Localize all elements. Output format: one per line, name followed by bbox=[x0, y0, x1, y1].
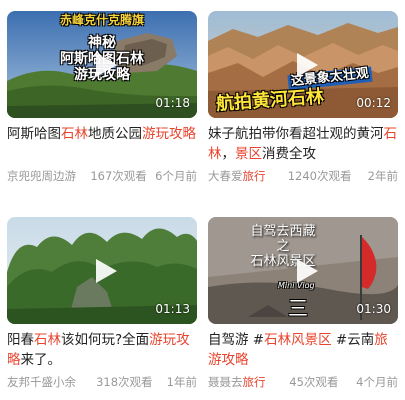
highlighted-keyword: 略 bbox=[7, 352, 21, 368]
video-thumbnail[interactable]: 赤峰克什克腾旗 神秘 阿斯哈图石林 游玩攻略 01:18 bbox=[7, 11, 197, 118]
video-author[interactable]: 京兜兜周边游 bbox=[7, 168, 76, 184]
video-meta: 大春爱旅行 1240次观看 2年前 bbox=[208, 168, 398, 184]
text-segment: 该如何玩?全面 bbox=[61, 332, 150, 348]
text-segment: 京兜兜周边游 bbox=[7, 169, 76, 183]
video-duration: 01:30 bbox=[356, 302, 391, 316]
highlighted-keyword: 游玩攻 bbox=[142, 126, 183, 142]
caption-line: 之 bbox=[276, 238, 290, 254]
text-segment: 自驾游 # bbox=[208, 332, 265, 348]
video-card[interactable]: 这景象太壮观 航拍黄河石林 00:12 妹子航拍带你看超壮观的黄河石林，景区消费… bbox=[208, 11, 398, 184]
text-segment: 地质公园 bbox=[88, 126, 142, 142]
highlighted-keyword: 风景区 bbox=[291, 332, 332, 348]
highlighted-keyword: 旅行 bbox=[242, 375, 266, 389]
text-segment: 友邦千盛小余 bbox=[7, 375, 76, 389]
video-card[interactable]: 01:13 阳春石林该如何玩?全面游玩攻略来了。 友邦千盛小余 318次观看 1… bbox=[7, 217, 197, 390]
highlighted-keyword: 略 bbox=[182, 126, 197, 142]
highlighted-keyword: 游玩攻 bbox=[149, 332, 190, 348]
thumbnail-caption-main: 自驾去西藏 之 石林风景区 bbox=[218, 224, 348, 270]
thumbnail-caption-top: 赤峰克什克腾旗 bbox=[59, 13, 144, 27]
video-author[interactable]: 聂聂去旅行 bbox=[208, 374, 266, 390]
text-segment: ， bbox=[221, 146, 236, 162]
highlighted-keyword: 石林 bbox=[264, 332, 292, 348]
highlighted-keyword: 石林 bbox=[34, 332, 61, 348]
video-title[interactable]: 自驾游 #石林风景区 #云南旅游攻略 bbox=[208, 330, 398, 370]
text-segment: 大春爱 bbox=[208, 169, 243, 183]
text-segment: 妹子航拍带你看超壮观的黄河 bbox=[208, 126, 384, 142]
video-title[interactable]: 妹子航拍带你看超壮观的黄河石林，景区消费全攻 bbox=[208, 124, 398, 164]
video-duration: 01:13 bbox=[155, 302, 190, 316]
play-icon[interactable] bbox=[291, 50, 321, 80]
caption-line: 石林风景区 bbox=[250, 253, 316, 269]
video-time: 4个月前 bbox=[356, 375, 398, 389]
play-icon[interactable] bbox=[90, 256, 120, 286]
video-duration: 01:18 bbox=[155, 96, 190, 110]
video-author[interactable]: 友邦千盛小余 bbox=[7, 374, 76, 390]
video-thumbnail[interactable]: 这景象太壮观 航拍黄河石林 00:12 bbox=[208, 11, 398, 118]
text-segment: 来了。 bbox=[20, 352, 62, 368]
video-meta: 聂聂去旅行 45次观看 4个月前 bbox=[208, 374, 398, 390]
video-grid: 赤峰克什克腾旗 神秘 阿斯哈图石林 游玩攻略 01:18 阿斯哈图石林地质公园游… bbox=[0, 0, 405, 400]
text-segment: 聂聂去 bbox=[208, 375, 243, 389]
video-thumbnail[interactable]: 自驾去西藏 之 石林风景区 Mini Vlog 三 01:30 bbox=[208, 217, 398, 324]
highlighted-keyword: 石林 bbox=[61, 126, 88, 142]
highlighted-keyword: 旅行 bbox=[242, 169, 266, 183]
caption-line: 自驾去西藏 bbox=[250, 224, 316, 239]
video-meta: 友邦千盛小余 318次观看 1年前 bbox=[7, 374, 197, 390]
video-duration: 00:12 bbox=[356, 96, 391, 110]
text-segment: 消费全攻 bbox=[262, 146, 316, 162]
video-card[interactable]: 赤峰克什克腾旗 神秘 阿斯哈图石林 游玩攻略 01:18 阿斯哈图石林地质公园游… bbox=[7, 11, 197, 184]
video-views: 167次观看 bbox=[90, 169, 147, 183]
video-title[interactable]: 阿斯哈图石林地质公园游玩攻略 bbox=[7, 124, 197, 164]
play-icon[interactable] bbox=[90, 50, 120, 80]
highlighted-keyword: 游攻略 bbox=[208, 352, 249, 368]
video-time: 6个月前 bbox=[155, 169, 197, 183]
text-segment: 阳春 bbox=[7, 332, 34, 348]
text-segment: #云南 bbox=[331, 332, 375, 348]
play-icon[interactable] bbox=[291, 256, 321, 286]
highlighted-keyword: 景区 bbox=[235, 146, 262, 162]
highlighted-keyword: 旅 bbox=[374, 332, 388, 348]
video-views: 45次观看 bbox=[289, 375, 339, 389]
video-views: 318次观看 bbox=[96, 375, 153, 389]
video-time: 2年前 bbox=[367, 169, 398, 183]
video-time: 1年前 bbox=[166, 375, 197, 389]
video-title[interactable]: 阳春石林该如何玩?全面游玩攻略来了。 bbox=[7, 330, 197, 370]
video-author[interactable]: 大春爱旅行 bbox=[208, 168, 266, 184]
video-meta: 京兜兜周边游 167次观看 6个月前 bbox=[7, 168, 197, 184]
text-segment: 阿斯哈图 bbox=[7, 126, 61, 142]
video-card[interactable]: 自驾去西藏 之 石林风景区 Mini Vlog 三 01:30 自驾游 #石林风… bbox=[208, 217, 398, 390]
video-views: 1240次观看 bbox=[287, 169, 352, 183]
thumbnail-caption-number: 三 bbox=[288, 296, 308, 320]
video-thumbnail[interactable]: 01:13 bbox=[7, 217, 197, 324]
